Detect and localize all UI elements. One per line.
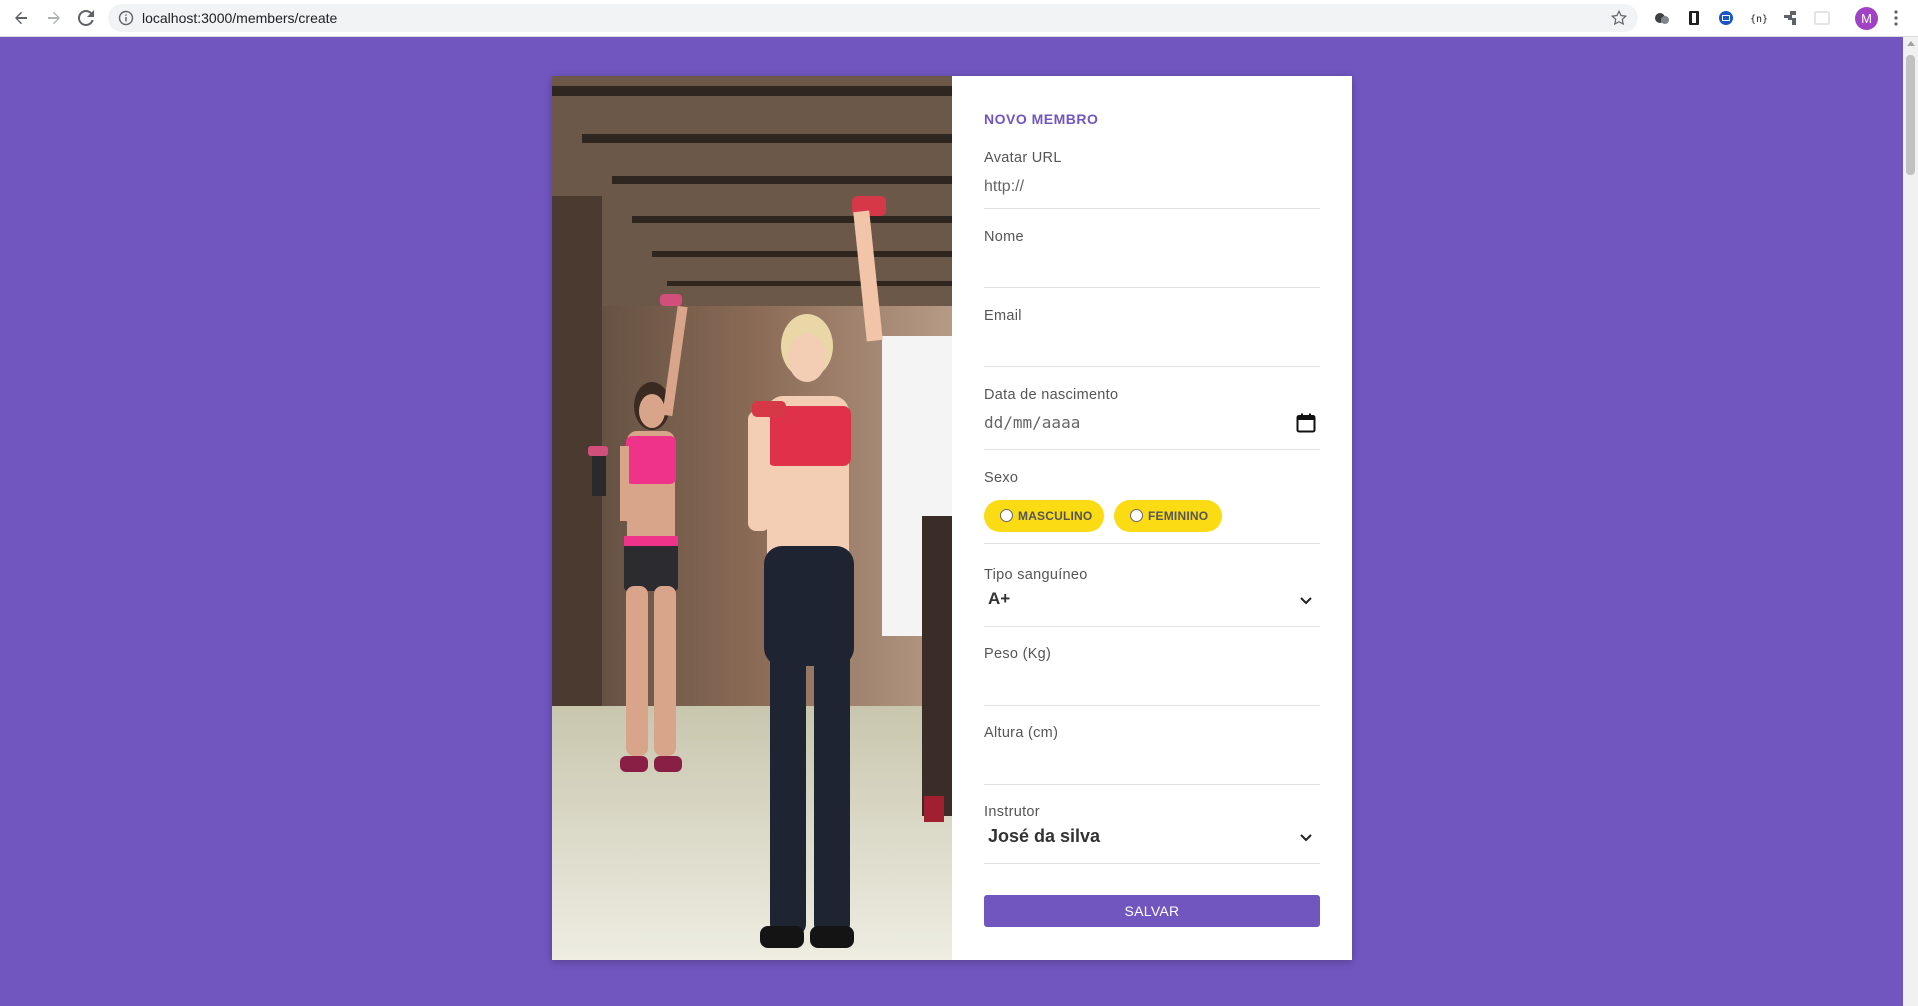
- nascimento-label: Data de nascimento: [984, 387, 1119, 403]
- forward-button[interactable]: [42, 6, 66, 30]
- gym-photo: [552, 76, 952, 960]
- profile-avatar[interactable]: M: [1855, 7, 1878, 30]
- altura-label: Altura (cm): [984, 725, 1059, 741]
- extension-icon-6[interactable]: [1813, 9, 1831, 27]
- peso-field: Peso (Kg): [984, 646, 1320, 706]
- chevron-down-icon[interactable]: [1300, 834, 1312, 842]
- arrow-right-icon: [48, 11, 60, 25]
- extension-icon-3[interactable]: [1717, 9, 1735, 27]
- extension-icon-5[interactable]: [1781, 9, 1799, 27]
- calendar-icon[interactable]: [1296, 413, 1316, 433]
- tipo-sanguineo-select[interactable]: A+: [988, 589, 1010, 609]
- nascimento-input[interactable]: dd/mm/aaaa: [984, 413, 1080, 432]
- member-card: NOVO MEMBRO Avatar URL Nome Email Data d…: [552, 76, 1352, 960]
- kebab-menu-icon[interactable]: [1893, 9, 1899, 27]
- tipo-sanguineo-label: Tipo sanguíneo: [984, 567, 1088, 583]
- altura-input[interactable]: [984, 747, 1314, 777]
- member-form: NOVO MEMBRO Avatar URL Nome Email Data d…: [952, 76, 1352, 960]
- avatar-url-input[interactable]: [984, 172, 1314, 202]
- instrutor-label: Instrutor: [984, 804, 1040, 820]
- email-field: Email: [984, 308, 1320, 367]
- nome-input[interactable]: [984, 251, 1314, 281]
- email-label: Email: [984, 308, 1022, 324]
- feminino-label: FEMININO: [1148, 509, 1209, 523]
- sexo-option-masculino[interactable]: MASCULINO: [984, 500, 1104, 532]
- reload-button[interactable]: [74, 6, 98, 30]
- extension-icon-1[interactable]: [1653, 9, 1671, 27]
- back-button[interactable]: [9, 6, 33, 30]
- arrow-left-icon: [15, 11, 27, 25]
- sexo-option-feminino[interactable]: FEMININO: [1114, 500, 1222, 532]
- nome-field: Nome: [984, 229, 1320, 288]
- extension-icon-4[interactable]: {n}: [1749, 9, 1767, 27]
- instrutor-select[interactable]: José da silva: [988, 826, 1100, 847]
- peso-input[interactable]: [984, 668, 1314, 698]
- svg-text:{n}: {n}: [1750, 14, 1767, 25]
- avatar-url-field: Avatar URL: [984, 150, 1320, 209]
- nascimento-field: Data de nascimento dd/mm/aaaa: [984, 387, 1320, 450]
- sexo-label: Sexo: [984, 470, 1019, 486]
- avatar-url-label: Avatar URL: [984, 150, 1062, 166]
- instrutor-field[interactable]: Instrutor José da silva: [984, 804, 1320, 864]
- radio-feminino[interactable]: [1130, 508, 1143, 522]
- masculino-label: MASCULINO: [1018, 509, 1093, 523]
- url-text: localhost:3000/members/create: [142, 10, 338, 26]
- reload-icon: [78, 10, 94, 26]
- nome-label: Nome: [984, 229, 1024, 245]
- salvar-button[interactable]: SALVAR: [984, 895, 1320, 927]
- page-scrollbar[interactable]: [1903, 37, 1918, 1006]
- star-icon[interactable]: [1610, 9, 1628, 27]
- info-icon[interactable]: [118, 10, 134, 26]
- radio-masculino[interactable]: [1000, 508, 1013, 522]
- sexo-field: Sexo MASCULINO FEMININO: [984, 470, 1320, 544]
- chevron-down-icon[interactable]: [1300, 597, 1312, 605]
- scroll-up-arrow-icon[interactable]: [1907, 41, 1915, 46]
- scroll-thumb[interactable]: [1906, 55, 1915, 175]
- altura-field: Altura (cm): [984, 725, 1320, 785]
- peso-label: Peso (Kg): [984, 646, 1052, 662]
- browser-toolbar: localhost:3000/members/create {n} M: [0, 0, 1918, 37]
- tipo-sanguineo-field[interactable]: Tipo sanguíneo A+: [984, 567, 1320, 627]
- extension-icon-2[interactable]: [1685, 9, 1703, 27]
- email-input[interactable]: [984, 330, 1314, 360]
- address-bar[interactable]: localhost:3000/members/create: [108, 4, 1638, 32]
- form-title: NOVO MEMBRO: [984, 111, 1099, 127]
